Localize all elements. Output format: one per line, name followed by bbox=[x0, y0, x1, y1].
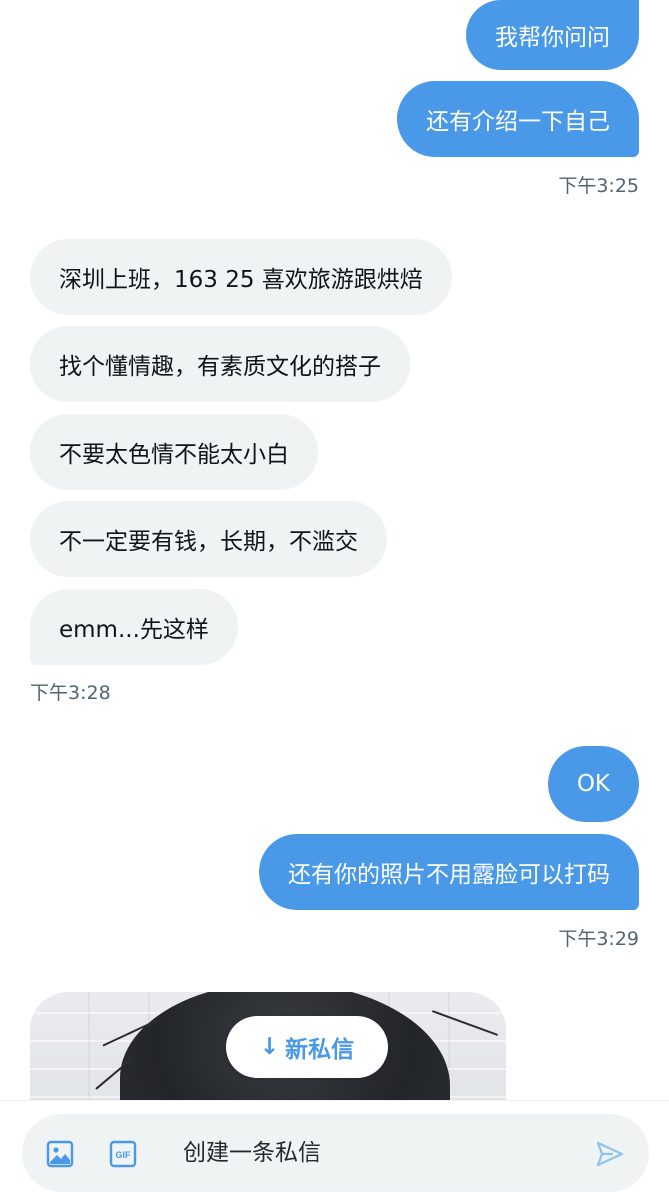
message-bubble-incoming[interactable]: 找个懂情趣，有素质文化的搭子 bbox=[30, 326, 410, 402]
message-bubble-outgoing[interactable]: 还有你的照片不用露脸可以打码 bbox=[259, 834, 639, 910]
new-messages-button[interactable]: ↓ 新私信 bbox=[226, 1016, 388, 1078]
message-bubble-incoming[interactable]: 不要太色情不能太小白 bbox=[30, 414, 318, 490]
message-input[interactable] bbox=[183, 1133, 563, 1173]
message-text: 不一定要有钱，长期，不滥交 bbox=[59, 529, 358, 555]
message-text: 我帮你问问 bbox=[495, 25, 610, 51]
message-bubble-outgoing[interactable]: 还有介绍一下自己 bbox=[397, 81, 639, 157]
send-icon[interactable] bbox=[592, 1136, 628, 1172]
message-bubble-incoming[interactable]: 不一定要有钱，长期，不滥交 bbox=[30, 501, 387, 577]
message-text: emm...先这样 bbox=[59, 617, 209, 643]
gif-label: GIF bbox=[116, 1150, 132, 1160]
message-timestamp: 下午3:28 bbox=[30, 682, 111, 704]
message-text: 深圳上班，163 25 喜欢旅游跟烘焙 bbox=[59, 267, 423, 293]
message-bubble-outgoing[interactable]: 我帮你问问 bbox=[466, 0, 639, 70]
message-timestamp: 下午3:25 bbox=[558, 175, 639, 197]
message-text: OK bbox=[576, 771, 610, 797]
message-text: 还有介绍一下自己 bbox=[426, 109, 610, 135]
message-text: 还有你的照片不用露脸可以打码 bbox=[288, 862, 610, 888]
message-timestamp: 下午3:29 bbox=[558, 928, 639, 950]
message-bubble-incoming[interactable]: emm...先这样 bbox=[30, 589, 238, 665]
message-bubble-incoming[interactable]: 深圳上班，163 25 喜欢旅游跟烘焙 bbox=[30, 239, 452, 315]
arrow-down-icon: ↓ bbox=[259, 1034, 280, 1060]
message-text: 找个懂情趣，有素质文化的搭子 bbox=[59, 354, 381, 380]
image-icon[interactable] bbox=[44, 1138, 76, 1170]
gif-icon[interactable]: GIF bbox=[107, 1138, 139, 1170]
message-bubble-outgoing[interactable]: OK bbox=[547, 746, 639, 822]
new-messages-label: 新私信 bbox=[285, 1037, 355, 1063]
message-text: 不要太色情不能太小白 bbox=[59, 442, 289, 468]
